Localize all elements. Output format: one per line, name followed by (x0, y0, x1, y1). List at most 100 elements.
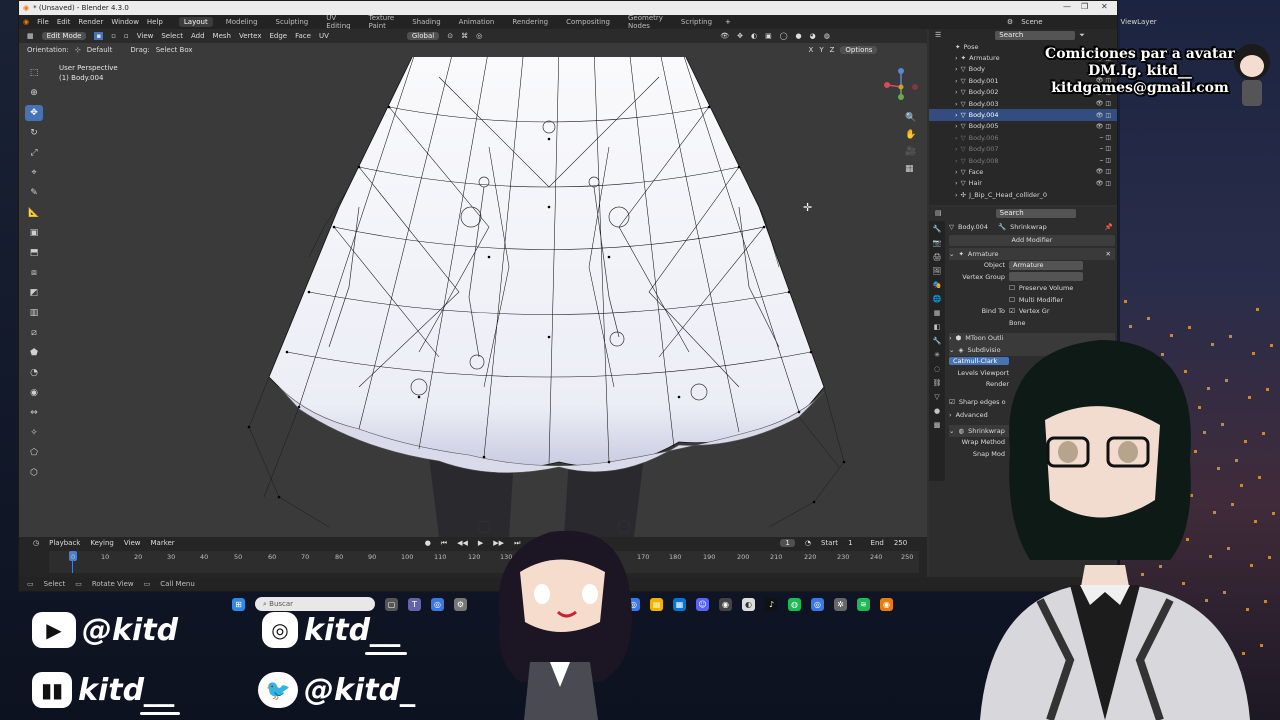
object-field[interactable]: Armature (1009, 260, 1083, 270)
tab-layout[interactable]: Layout (178, 17, 213, 27)
shear-tool-icon[interactable]: ⬠ (25, 445, 43, 461)
task-view-icon[interactable]: ▢ (385, 597, 398, 611)
select-mode-face-icon[interactable]: ▫ (124, 32, 129, 40)
maximize-button[interactable]: ❐ (1081, 2, 1088, 11)
app-gear-icon[interactable]: ✲ (834, 597, 847, 611)
outliner-item[interactable]: › ✣ J_Bip_C_Head_collider_0 (929, 189, 1117, 200)
shading-material-icon[interactable]: ◕ (810, 32, 816, 40)
options-dropdown[interactable]: Options (840, 45, 878, 54)
close-button[interactable]: ✕ (1101, 2, 1108, 11)
checkbox-checked-icon[interactable]: ☑ (1009, 307, 1015, 315)
teams-icon[interactable]: T (408, 597, 421, 611)
menu-render[interactable]: Render (78, 18, 103, 26)
menu-uv[interactable]: UV (319, 32, 329, 40)
collection-tab-icon[interactable]: ▦ (934, 309, 941, 317)
drag-selector[interactable]: Select Box (156, 46, 193, 54)
loop-cut-tool-icon[interactable]: ▥ (25, 305, 43, 321)
hidden-eye-icon[interactable]: ⌣ ◫ (1099, 157, 1111, 165)
checkbox-icon[interactable]: ☐ (1009, 284, 1015, 292)
skirt-mesh[interactable] (239, 57, 879, 537)
outliner-item[interactable]: › ▽ Hair 👁 ◫ (929, 178, 1117, 189)
physics-tab-icon[interactable]: ◌ (934, 365, 940, 373)
expand-icon[interactable]: › (955, 122, 958, 130)
expand-icon[interactable]: › (955, 179, 958, 187)
tab-animation[interactable]: Animation (454, 17, 500, 27)
inset-tool-icon[interactable]: ⧈ (25, 265, 43, 281)
knife-tool-icon[interactable]: ⧄ (25, 325, 43, 341)
render-tab-icon[interactable]: 📷 (933, 239, 942, 247)
material-tab-icon[interactable]: ● (934, 407, 940, 415)
menu-playback[interactable]: Playback (49, 539, 80, 547)
blender-taskbar-icon[interactable]: ◉ (880, 597, 893, 611)
filter-icon[interactable]: ⏷ (1079, 31, 1085, 40)
scale-tool-icon[interactable]: ⤢ (25, 145, 43, 161)
minimize-button[interactable]: — (1063, 2, 1071, 11)
gizmo-toggle-icon[interactable]: ✥ (737, 32, 743, 40)
world-tab-icon[interactable]: 🌐 (933, 295, 942, 303)
output-tab-icon[interactable]: 🖨 (933, 253, 942, 261)
navigation-gizmo[interactable] (881, 67, 921, 107)
github-icon[interactable]: ◐ (742, 597, 755, 611)
settings-icon[interactable]: ⚙ (454, 597, 467, 611)
object-tab-icon[interactable]: ◧ (934, 323, 941, 331)
scene-selector[interactable]: Scene (1021, 18, 1042, 26)
proportional-edit-icon[interactable]: ◎ (476, 32, 482, 40)
mirror-y-toggle[interactable]: Y (819, 46, 823, 54)
xray-icon[interactable]: ▣ (765, 32, 772, 40)
menu-edge[interactable]: Edge (269, 32, 287, 40)
windows-start-icon[interactable]: ⊞ (232, 597, 245, 611)
expand-icon[interactable]: › (955, 54, 958, 62)
chrome-icon[interactable]: ◎ (431, 597, 444, 611)
mirror-z-toggle[interactable]: Z (830, 46, 835, 54)
tab-rendering[interactable]: Rendering (507, 17, 553, 27)
rotate-tool-icon[interactable]: ↻ (25, 125, 43, 141)
visibility-eye-icon[interactable]: 👁 ◫ (1096, 180, 1111, 187)
texture-tab-icon[interactable]: ▩ (934, 421, 941, 429)
menu-help[interactable]: Help (147, 18, 163, 26)
edge-slide-tool-icon[interactable]: ⇔ (25, 405, 43, 421)
add-cube-tool-icon[interactable]: ▣ (25, 225, 43, 241)
expand-icon[interactable]: › (955, 168, 958, 176)
tool-tab-icon[interactable]: 🔧 (933, 225, 942, 233)
data-tab-icon[interactable]: ▽ (934, 393, 939, 401)
multi-modifier-row[interactable]: ☐ Multi Modifier (949, 294, 1115, 306)
visibility-eye-icon[interactable]: 👁 ◫ (1096, 100, 1111, 107)
store-icon[interactable]: ▦ (673, 597, 686, 611)
scene-tab-icon[interactable]: 🎭 (933, 281, 942, 289)
properties-search-input[interactable]: Search (995, 208, 1076, 218)
transform-tool-icon[interactable]: ⌖ (25, 165, 43, 181)
cursor-tool-icon[interactable]: ⊕ (25, 85, 43, 101)
rip-tool-icon[interactable]: ⬡ (25, 465, 43, 481)
mode-selector[interactable]: Edit Mode (41, 32, 87, 40)
orientation-selector[interactable]: Default (87, 46, 113, 54)
shrink-fatten-tool-icon[interactable]: ✧ (25, 425, 43, 441)
vertex-group-field[interactable] (1009, 272, 1083, 282)
armature-modifier-name[interactable]: Armature (968, 250, 999, 258)
menu-marker[interactable]: Marker (150, 539, 174, 547)
menu-face[interactable]: Face (295, 32, 311, 40)
annotate-tool-icon[interactable]: ✎ (25, 185, 43, 201)
menu-file[interactable]: File (37, 18, 49, 26)
collapse-icon[interactable]: ⌄ (949, 250, 954, 258)
mirror-x-toggle[interactable]: X (809, 46, 814, 54)
expand-icon[interactable]: › (955, 134, 958, 142)
select-mode-vertex-icon[interactable]: ▪ (94, 32, 104, 40)
expand-icon[interactable]: › (955, 65, 958, 73)
snap-icon[interactable]: ⌘ (461, 32, 468, 40)
view-layer-selector[interactable]: ViewLayer (1121, 18, 1157, 26)
menu-edit[interactable]: Edit (57, 18, 71, 26)
pivot-icon[interactable]: ⊙ (447, 32, 453, 40)
select-box-tool-icon[interactable]: ⬚ (25, 65, 43, 81)
expand-icon[interactable]: › (955, 88, 958, 96)
timeline-editor-icon[interactable]: ◷ (33, 539, 39, 547)
outliner-item[interactable]: › ▽ Face 👁 ◫ (929, 166, 1117, 177)
checkbox-icon[interactable]: ☐ (1009, 296, 1015, 304)
camera-view-icon[interactable]: 🎥 (905, 147, 916, 157)
outliner-item[interactable]: › ▽ Body.005 👁 ◫ (929, 121, 1117, 132)
current-frame-field[interactable]: 1 (780, 539, 795, 547)
menu-mesh[interactable]: Mesh (213, 32, 231, 40)
overlays-icon[interactable]: ◐ (751, 32, 757, 40)
modifier-tab-icon[interactable]: 🔧 (933, 337, 942, 345)
tab-compositing[interactable]: Compositing (561, 17, 615, 27)
menu-timeline-view[interactable]: View (124, 539, 141, 547)
